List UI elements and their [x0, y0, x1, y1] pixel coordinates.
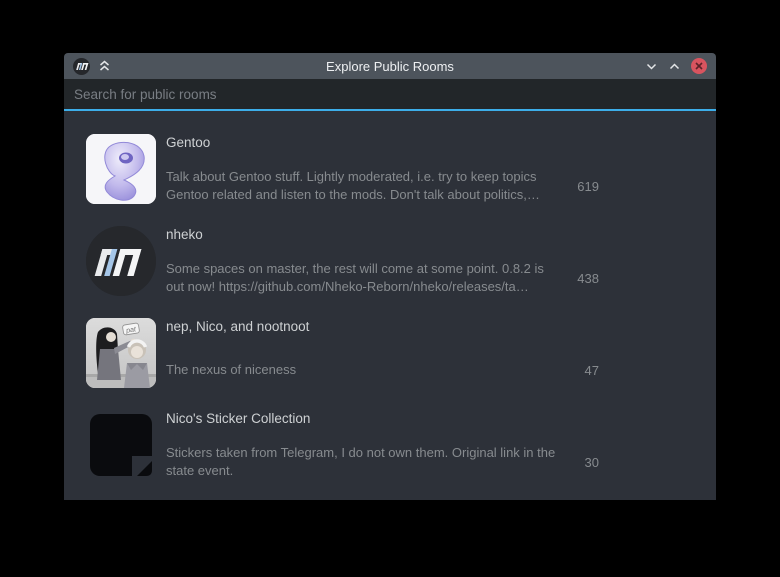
sticker-folded-corner-avatar	[86, 410, 156, 480]
member-count: 619	[560, 179, 599, 194]
close-icon	[695, 62, 703, 70]
double-chevron-up-icon	[98, 60, 111, 73]
chevron-up-icon	[668, 60, 681, 73]
member-count: 438	[560, 271, 599, 286]
room-row-sticker-collection[interactable]: Nico's Sticker Collection Stickers taken…	[64, 399, 716, 491]
room-row-gentoo[interactable]: Gentoo Talk about Gentoo stuff. Lightly …	[64, 123, 716, 215]
member-count: 30	[560, 455, 599, 470]
search-input[interactable]	[64, 79, 716, 109]
search-bar	[64, 79, 716, 111]
room-topic: Some spaces on master, the rest will com…	[166, 260, 560, 296]
window-title: Explore Public Rooms	[64, 59, 716, 74]
minimize-button[interactable]	[645, 60, 658, 73]
explore-public-rooms-window: Explore Public Rooms	[64, 53, 716, 500]
room-name: nheko	[166, 227, 599, 243]
member-count: 47	[560, 363, 599, 378]
chevron-down-icon	[645, 60, 658, 73]
room-topic: Stickers taken from Telegram, I do not o…	[166, 444, 560, 480]
room-row-nep-nico-nootnoot[interactable]: pat nep, Nico, and nootnoot The nexus of…	[64, 307, 716, 399]
room-name: nep, Nico, and nootnoot	[166, 319, 599, 335]
nheko-app-icon	[73, 58, 90, 75]
room-topic: The nexus of niceness	[166, 361, 560, 379]
headpat-drawing-avatar: pat	[86, 318, 156, 388]
room-topic: Talk about Gentoo stuff. Lightly moderat…	[166, 168, 560, 204]
nheko-logo-avatar	[86, 226, 156, 296]
titlebar[interactable]: Explore Public Rooms	[64, 53, 716, 79]
room-name: Nico's Sticker Collection	[166, 411, 599, 427]
maximize-button[interactable]	[668, 60, 681, 73]
room-name: Gentoo	[166, 135, 599, 151]
keep-above-button[interactable]	[98, 60, 111, 73]
close-button[interactable]	[691, 58, 707, 74]
room-list: Gentoo Talk about Gentoo stuff. Lightly …	[64, 111, 716, 500]
gentoo-logo-avatar	[86, 134, 156, 204]
room-row-nheko[interactable]: nheko Some spaces on master, the rest wi…	[64, 215, 716, 307]
